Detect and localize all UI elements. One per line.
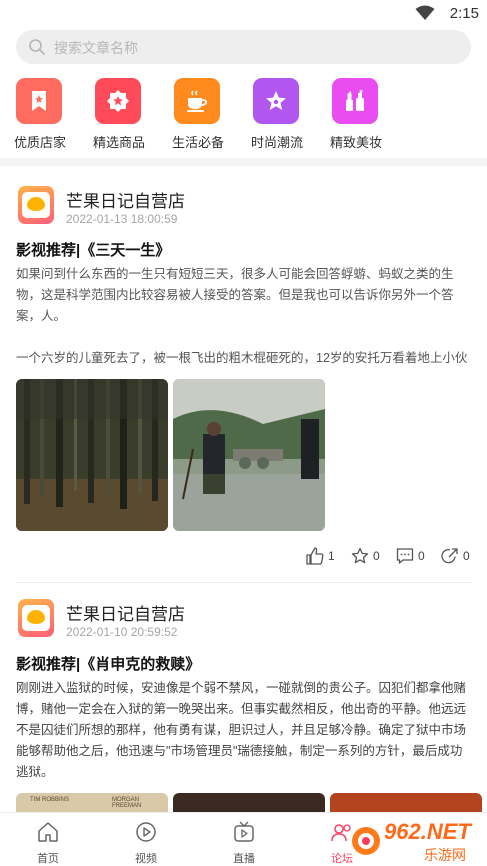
star-icon [266, 91, 286, 110]
category-label: 精致美妆 [329, 135, 382, 150]
post-title[interactable]: 影视推荐|《肖申克的救赎》 [16, 653, 200, 674]
cosmetics-icon [346, 90, 364, 111]
star-badge-icon [107, 90, 129, 112]
comment-button[interactable]: 0 [396, 546, 430, 568]
category-label: 精选商品 [92, 135, 145, 150]
share-count: 0 [463, 549, 470, 563]
watermark-subtext: 乐游网 [424, 847, 466, 863]
shop-avatar[interactable] [18, 599, 54, 637]
favorite-count: 0 [373, 549, 380, 563]
like-count: 1 [328, 549, 335, 563]
coffee-cup-icon [187, 90, 208, 112]
category-selected-goods[interactable]: 精选商品 [79, 78, 159, 156]
comment-icon [396, 548, 414, 564]
tab-home[interactable]: 首页 [18, 813, 78, 866]
search-icon [29, 39, 45, 55]
poster-credit: TIM ROBBINS [30, 797, 70, 803]
tab-label: 首页 [37, 853, 59, 865]
wifi-icon [415, 5, 435, 20]
post-excerpt[interactable]: 刚刚进入监狱的时候，安迪像是个弱不禁风，一碰就倒的贵公子。囚犯们都拿他赌博，赌他… [16, 678, 474, 786]
thumbs-up-icon [306, 547, 324, 565]
watermark-text: 962.NET [384, 819, 471, 844]
post-time: 2022-01-10 20:59:52 [66, 625, 178, 639]
category-label: 时尚潮流 [250, 135, 303, 150]
post-time: 2022-01-13 18:00:59 [66, 212, 178, 226]
post-actions: 1 0 0 0 [0, 546, 487, 568]
poster-credit: MORGAN FREEMAN [112, 797, 142, 809]
category-tile [332, 78, 378, 124]
category-label: 生活必备 [171, 135, 224, 150]
category-tile [95, 78, 141, 124]
status-bar: 2:15 [0, 0, 487, 28]
section-divider [0, 158, 487, 166]
home-icon [38, 822, 58, 842]
post-excerpt[interactable]: 如果问到什么东西的一生只有短短三天，很多人可能会回答蜉蝣、蚂蚁之类的生物，这是科… [16, 264, 474, 368]
search-input[interactable]: 搜索文章名称 [54, 38, 138, 58]
tab-live[interactable]: 直播 [214, 813, 274, 866]
category-tile [174, 78, 220, 124]
post-separator [16, 582, 471, 583]
play-circle-icon [136, 822, 156, 842]
tab-video[interactable]: 视频 [116, 813, 176, 866]
post-image-forest[interactable] [16, 379, 168, 531]
favorite-button[interactable]: 0 [351, 546, 385, 568]
like-button[interactable]: 1 [306, 546, 340, 568]
post-title[interactable]: 影视推荐|《三天一生》 [16, 239, 170, 260]
clock: 2:15 [449, 5, 479, 22]
category-tile [16, 78, 62, 124]
star-outline-icon [351, 547, 369, 564]
category-tile [253, 78, 299, 124]
site-watermark: 962.NET 乐游网 [350, 815, 485, 863]
category-premium-shops[interactable]: 优质店家 [0, 78, 80, 156]
share-icon [441, 548, 458, 564]
share-button[interactable]: 0 [441, 546, 475, 568]
tv-icon [234, 821, 254, 842]
bookmark-icon [32, 91, 46, 111]
tab-label: 直播 [233, 853, 255, 865]
search-bar[interactable]: 搜索文章名称 [16, 30, 471, 64]
category-fashion[interactable]: 时尚潮流 [237, 78, 317, 156]
category-life-essentials[interactable]: 生活必备 [158, 78, 238, 156]
shop-name[interactable]: 芒果日记自营店 [66, 600, 185, 625]
tab-label: 视频 [135, 853, 157, 865]
category-cosmetics[interactable]: 精致美妆 [316, 78, 396, 156]
post-image-river[interactable] [173, 379, 325, 531]
shop-avatar[interactable] [18, 186, 54, 224]
category-label: 优质店家 [13, 135, 66, 150]
comment-count: 0 [418, 549, 425, 563]
shop-name[interactable]: 芒果日记自营店 [66, 187, 185, 212]
category-row: 优质店家 精选商品 生活必备 时尚潮流 精致美妆 [0, 78, 487, 156]
